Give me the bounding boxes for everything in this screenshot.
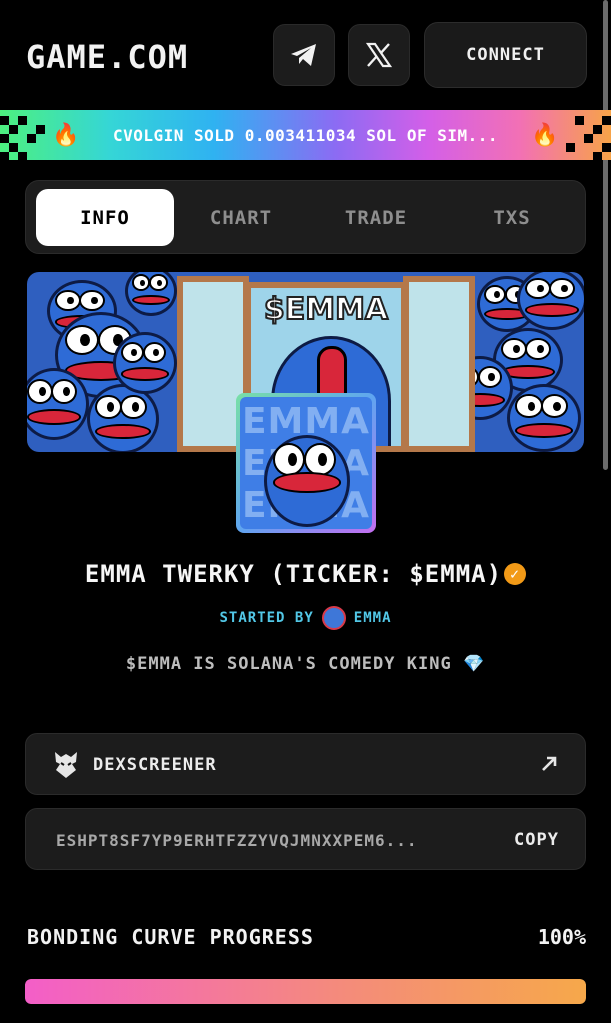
pixel-decoration-right [563,110,611,160]
copy-button[interactable]: COPY [514,809,559,871]
creator-avatar[interactable] [321,606,346,630]
contract-address: ESHPT8SF7YP9ERHTFZZYVQJMNXXPEM6... [56,830,418,850]
tab-info[interactable]: INFO [36,189,174,246]
ticker-message[interactable]: CVOLGIN SOLD 0.003411034 SOL OF SIM... [113,126,498,145]
fire-icon: 🔥 [52,122,80,148]
telegram-icon [291,44,316,66]
x-button[interactable] [348,24,410,86]
connect-button[interactable]: CONNECT [424,22,587,88]
creator-line: STARTED BY EMMA [0,606,611,630]
creator-name[interactable]: EMMA [354,610,392,626]
tab-trade[interactable]: TRADE [308,189,444,246]
gem-icon: 💎 [462,654,486,674]
progress-fill [25,979,586,1004]
tab-txs[interactable]: TXS [444,189,580,246]
header: GAME.COM CONNECT [0,0,611,110]
tab-bar: INFO CHART TRADE TXS [25,180,586,254]
progress-bar [25,979,586,1004]
x-icon [365,42,393,68]
fire-icon: 🔥 [531,122,559,148]
token-avatar: EMMA EMMA EMMA [236,393,376,533]
dexscreener-link[interactable]: DEXSCREENER [25,733,586,795]
external-link-icon [542,756,557,771]
token-name: EMMA TWERKY (TICKER: $EMMA) [84,560,503,588]
contract-address-card: ESHPT8SF7YP9ERHTFZZYVQJMNXXPEM6... COPY [25,808,586,870]
telegram-button[interactable] [273,24,335,86]
scrollbar[interactable] [603,0,608,470]
token-title: EMMA TWERKY (TICKER: $EMMA) ✓ [0,560,611,588]
pixel-decoration-left [0,110,48,160]
token-description: $EMMA IS SOLANA'S COMEDY KING 💎 [125,654,486,674]
progress-label: BONDING CURVE PROGRESS [27,925,314,949]
logo[interactable]: GAME.COM [26,38,188,76]
dexscreener-icon [55,752,77,778]
dexscreener-label: DEXSCREENER [93,755,217,775]
progress-value: 100% [537,925,586,949]
started-by-label: STARTED BY [219,610,314,626]
banner-title: $EMMA [263,291,389,328]
activity-ticker: 🔥 CVOLGIN SOLD 0.003411034 SOL OF SIM...… [0,110,611,160]
verified-badge-icon: ✓ [504,563,527,585]
tab-chart[interactable]: CHART [174,189,308,246]
